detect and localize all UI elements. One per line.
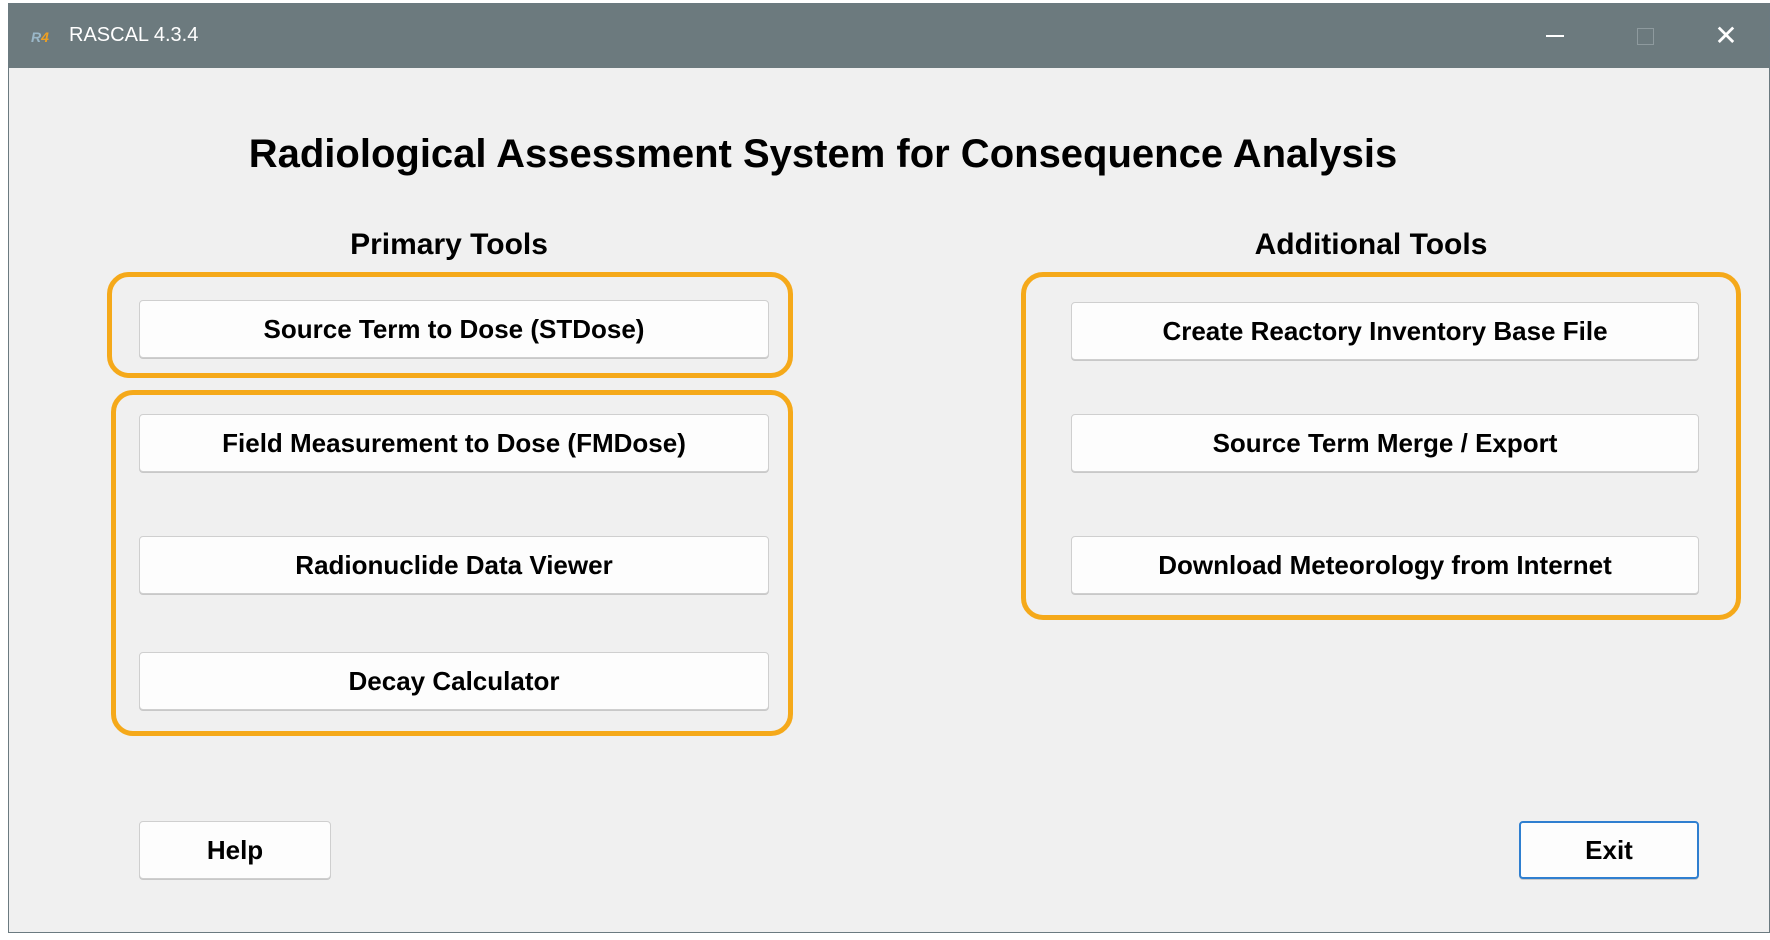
decay-calculator-button[interactable]: Decay Calculator (139, 652, 769, 710)
window-title: RASCAL 4.3.4 (69, 24, 199, 46)
additional-tools-heading: Additional Tools (1254, 228, 1488, 261)
fmdose-button[interactable]: Field Measurement to Dose (FMDose) (139, 414, 769, 472)
download-meteorology-button[interactable]: Download Meteorology from Internet (1071, 536, 1699, 594)
radionuclide-data-viewer-button[interactable]: Radionuclide Data Viewer (139, 536, 769, 594)
main-title: Radiological Assessment System for Conse… (248, 132, 1398, 176)
source-term-merge-export-button[interactable]: Source Term Merge / Export (1071, 414, 1699, 472)
create-inventory-base-file-button[interactable]: Create Reactory Inventory Base File (1071, 302, 1699, 360)
close-button[interactable]: ✕ (1681, 4, 1770, 68)
maximize-icon (1636, 27, 1654, 45)
primary-tools-heading: Primary Tools (350, 228, 548, 261)
rascal-main-window: R4 RASCAL 4.3.4 ✕ Radiological Assessmen… (8, 3, 1770, 933)
minimize-icon (1546, 35, 1564, 37)
close-icon: ✕ (1714, 20, 1738, 51)
title-bar[interactable]: R4 RASCAL 4.3.4 ✕ (9, 4, 1769, 68)
help-button[interactable]: Help (139, 821, 331, 879)
minimize-button[interactable] (1510, 4, 1600, 68)
stdose-button[interactable]: Source Term to Dose (STDose) (139, 300, 769, 358)
rascal-app-icon: R4 (31, 29, 49, 45)
maximize-button[interactable] (1600, 4, 1690, 68)
exit-button[interactable]: Exit (1519, 821, 1699, 879)
